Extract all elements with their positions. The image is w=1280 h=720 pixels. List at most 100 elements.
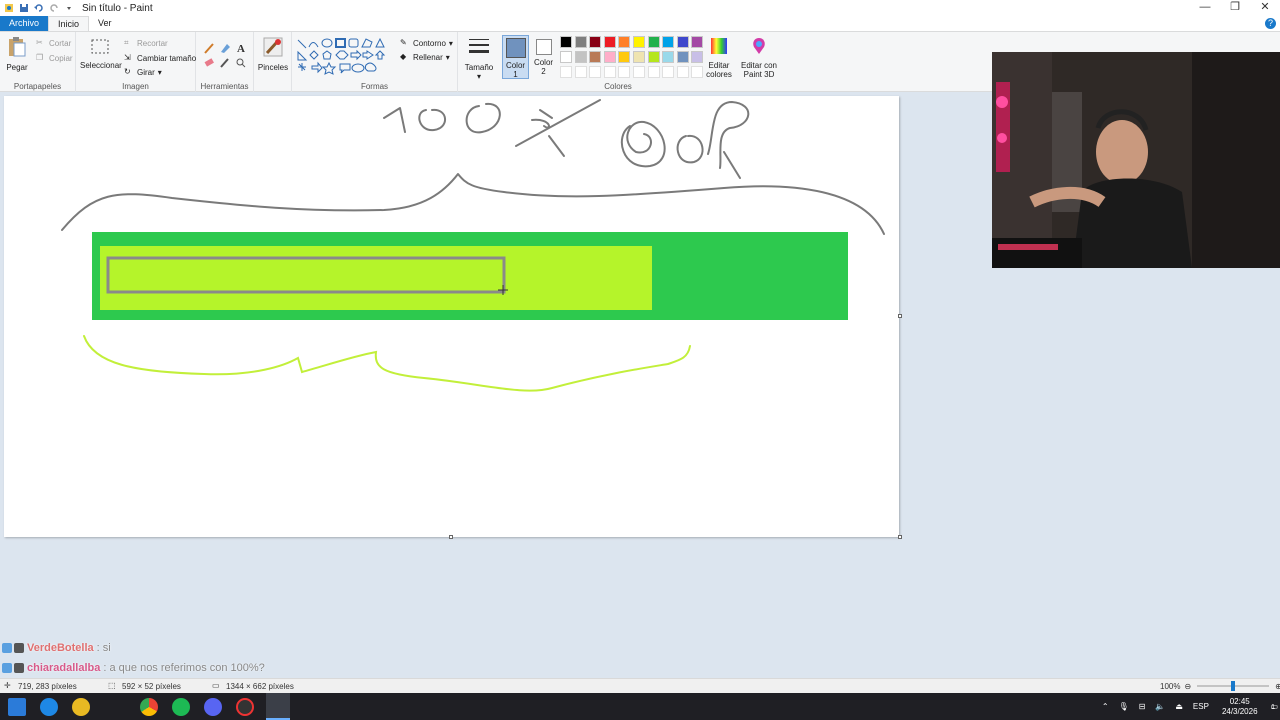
zoom-in-button[interactable]: ⊕ [1275, 682, 1280, 691]
undo-icon[interactable] [34, 3, 44, 13]
resize-handle-corner[interactable] [898, 535, 902, 539]
cursor-position-text: 719, 283 píxeles [18, 681, 77, 691]
edit-paint3d-button[interactable]: Editar con Paint 3D [740, 36, 778, 79]
rotate-button[interactable]: ↻ Girar ▾ [124, 67, 162, 77]
palette-swatch[interactable] [574, 36, 587, 48]
image-group: Seleccionar ⌗ Recortar ⇲ Cambiar tamaño ↻ G… [76, 32, 196, 92]
palette-swatch[interactable] [618, 51, 631, 63]
custom-color-slot[interactable] [633, 66, 645, 78]
edge-browser-icon[interactable] [40, 698, 58, 716]
custom-color-slot[interactable] [589, 66, 602, 78]
tools-icons[interactable]: A [203, 40, 249, 70]
palette-swatch[interactable] [647, 36, 660, 48]
notification-center-icon[interactable]: ▭1 [1266, 702, 1280, 711]
selection-size-text: 592 × 52 píxeles [122, 681, 181, 691]
paste-button[interactable]: Pegar [4, 36, 30, 72]
custom-color-slot[interactable] [676, 66, 689, 78]
size-button[interactable]: Tamaño ▾ [462, 36, 496, 81]
palette-swatch[interactable] [603, 51, 616, 63]
cut-button[interactable]: ✂ Cortar [36, 38, 71, 48]
palette-swatch[interactable] [691, 51, 704, 63]
crop-icon: ⌗ [124, 38, 129, 47]
palette-swatch[interactable] [662, 51, 675, 63]
drawing-canvas[interactable] [4, 96, 902, 539]
palette-swatch[interactable] [676, 51, 689, 63]
zoom-out-button[interactable]: ⊖ [1184, 682, 1191, 691]
volume-icon[interactable]: 🔈 [1150, 702, 1170, 711]
resize-handle-right[interactable] [898, 314, 902, 318]
tab-view[interactable]: Ver [89, 16, 121, 31]
palette-swatch[interactable] [662, 36, 675, 48]
tray-chevron-icon[interactable]: ⌃ [1097, 702, 1114, 711]
shapes-gallery[interactable] [296, 38, 392, 76]
clock[interactable]: 02:45 24/3/2026 [1214, 697, 1266, 717]
palette-swatch[interactable] [589, 51, 602, 63]
palette-swatch[interactable] [618, 36, 631, 48]
select-button[interactable]: Seleccionar [80, 38, 122, 70]
paint-taskbar-icon[interactable] [266, 693, 290, 720]
chat-badge-icon [14, 663, 24, 673]
palette-swatch[interactable] [603, 36, 616, 48]
color1-button[interactable]: Color 1 [502, 35, 529, 79]
network-icon[interactable]: ⊟ [1134, 702, 1151, 711]
quick-access-toolbar [0, 0, 74, 16]
close-button[interactable]: ✕ [1250, 0, 1280, 16]
discord-icon[interactable] [204, 698, 222, 716]
palette-swatch[interactable] [560, 51, 572, 63]
custom-color-slot[interactable] [662, 66, 675, 78]
copy-button[interactable]: ❐ Copiar [36, 53, 73, 63]
zoom-controls: 100% ⊖ ⊕ [1160, 681, 1280, 691]
clock-date: 24/3/2026 [1221, 706, 1258, 716]
image-group-label: Imagen [122, 82, 149, 91]
palette-swatch[interactable] [633, 36, 645, 48]
tab-file[interactable]: Archivo [0, 16, 49, 31]
keyboard-language[interactable]: ESP [1188, 702, 1214, 711]
zoom-slider[interactable] [1195, 681, 1271, 691]
outline-button[interactable]: ✎ Contorno ▾ [400, 38, 453, 48]
brushes-button[interactable]: Pinceles [256, 36, 290, 72]
palette-swatch[interactable] [589, 36, 602, 48]
color2-button[interactable]: Color 2 [531, 37, 556, 76]
custom-color-slot[interactable] [618, 66, 631, 78]
fill-button[interactable]: ◆ Rellenar ▾ [400, 52, 450, 62]
resize-handle-bottom[interactable] [449, 535, 453, 539]
tab-home[interactable]: Inicio [48, 16, 90, 31]
title-bar: Sin título - Paint — ❐ ✕ [0, 0, 1280, 16]
ribbon-tabs: Archivo Inicio Ver ? [0, 16, 1280, 31]
palette-swatch[interactable] [574, 51, 587, 63]
chat-text: : a que nos referimos con 100%? [103, 662, 265, 674]
palette-swatch[interactable] [633, 51, 645, 63]
microphone-icon[interactable]: 🎙 [1114, 702, 1134, 711]
chat-text: : si [96, 642, 111, 654]
paste-icon [4, 36, 30, 60]
custom-color-slot[interactable] [574, 66, 587, 78]
save-icon[interactable] [19, 3, 29, 13]
redo-icon[interactable] [49, 3, 59, 13]
line-width-icon [462, 36, 496, 60]
chrome-icon[interactable] [140, 698, 158, 716]
custom-color-slot[interactable] [560, 66, 572, 78]
custom-color-slot[interactable] [691, 66, 704, 78]
resize-label: Cambiar tamaño [137, 53, 197, 63]
palette-swatch[interactable] [676, 36, 689, 48]
palette-swatch[interactable] [691, 36, 704, 48]
minimize-button[interactable]: — [1190, 0, 1220, 16]
shapes-group: ✎ Contorno ▾ ◆ Rellenar ▾ Formas [292, 32, 458, 92]
crop-button[interactable]: ⌗ Recortar [124, 38, 168, 48]
chat-badge-icon [2, 643, 12, 653]
windows-start-icon[interactable] [8, 698, 26, 716]
custom-color-slot[interactable] [647, 66, 660, 78]
palette-swatch[interactable] [560, 36, 572, 48]
custom-color-slot[interactable] [603, 66, 616, 78]
help-icon[interactable]: ? [1265, 18, 1276, 29]
spotify-icon[interactable] [172, 698, 190, 716]
usb-icon[interactable]: ⏏ [1170, 702, 1188, 711]
resize-button[interactable]: ⇲ Cambiar tamaño [124, 53, 196, 63]
maximize-button[interactable]: ❐ [1220, 0, 1250, 16]
palette-swatch[interactable] [647, 51, 660, 63]
obs-recording-icon[interactable] [236, 698, 254, 716]
customize-qat-icon[interactable] [64, 3, 74, 13]
edit-colors-button[interactable]: Editar colores [704, 36, 734, 79]
rotate-label: Girar [137, 67, 155, 77]
file-explorer-icon[interactable] [72, 698, 90, 716]
